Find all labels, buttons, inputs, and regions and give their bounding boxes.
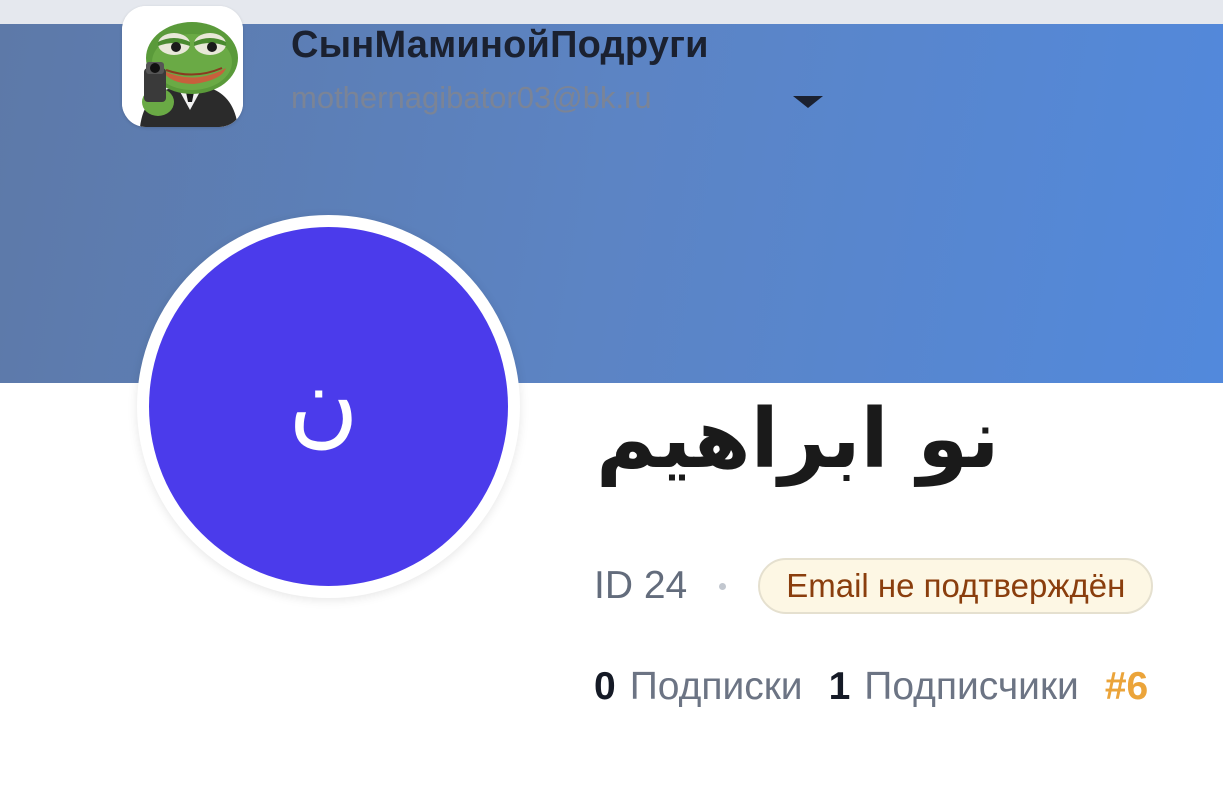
profile-avatar[interactable]: ن	[149, 227, 508, 586]
separator-dot	[719, 582, 727, 590]
user-id: ID 24	[594, 564, 688, 607]
following-count: 0	[594, 665, 616, 708]
profile-avatar-ring: ن	[137, 215, 520, 598]
account-avatar[interactable]	[122, 6, 243, 127]
avatar-letter: ن	[288, 345, 359, 458]
account-name: СынМаминойПодруги	[291, 24, 709, 66]
following-label: Подписки	[629, 665, 803, 708]
profile-name: نو ابراهيم	[596, 392, 1000, 487]
followers-stat[interactable]: 1 Подписчики	[829, 665, 1079, 709]
followers-label: Подписчики	[864, 665, 1079, 708]
following-stat[interactable]: 0 Подписки	[594, 665, 803, 709]
rank-badge: #6	[1104, 665, 1149, 708]
followers-count: 1	[828, 665, 851, 708]
account-email: mothernagibator03@bk.ru	[291, 80, 652, 115]
triangle-down-icon	[793, 96, 823, 108]
profile-meta: ID 24 Email не подтверждён	[594, 556, 1154, 616]
email-status-badge[interactable]: Email не подтверждён	[758, 558, 1154, 614]
frog-avatar-icon	[122, 6, 243, 127]
profile-stats: 0 Подписки 1 Подписчики #6	[594, 660, 1148, 714]
account-dropdown-button[interactable]	[788, 90, 828, 114]
